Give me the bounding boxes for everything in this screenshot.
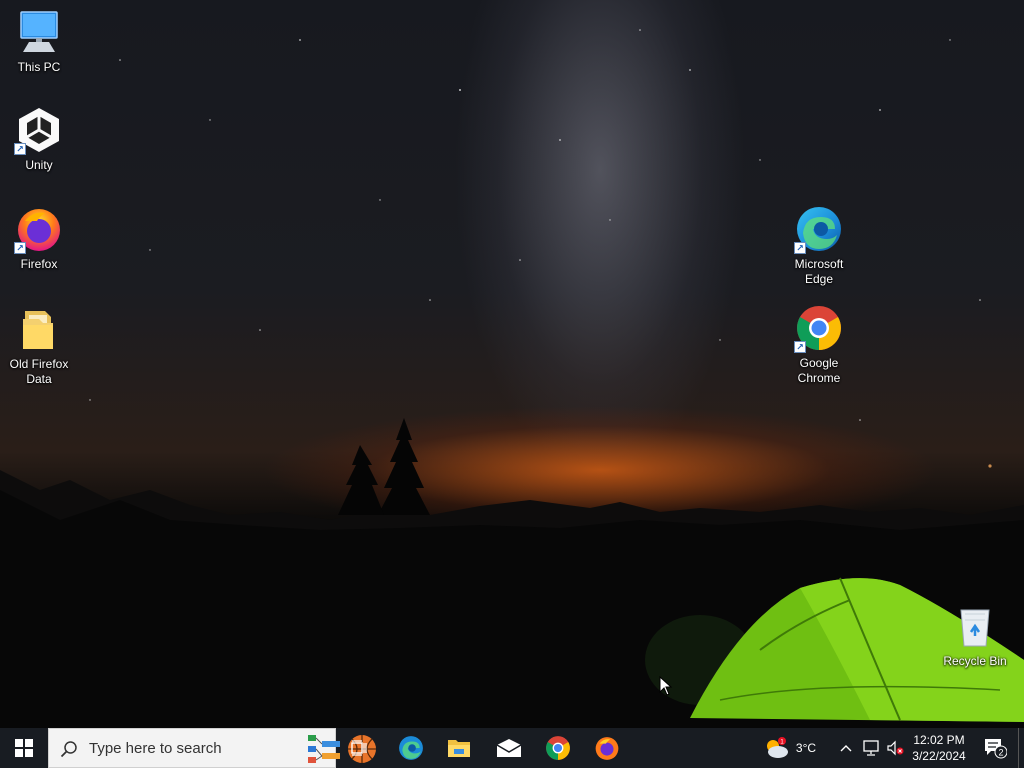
shortcut-arrow-icon: ↗ (794, 341, 806, 353)
taskbar-clock[interactable]: 12:02 PM 3/22/2024 (906, 732, 972, 764)
notification-icon: 2 (985, 739, 1007, 759)
taskbar-firefox-button[interactable] (583, 728, 631, 768)
chrome-icon: ↗ (794, 304, 843, 353)
desktop-icon-label: Unity (25, 158, 53, 172)
clock-time: 12:02 PM (913, 733, 965, 747)
shortcut-arrow-icon: ↗ (14, 143, 26, 155)
desktop-icon-label: Recycle Bin (943, 654, 1007, 668)
taskbar-file-explorer-button[interactable] (435, 728, 483, 768)
desktop-icon-old-firefox-data[interactable]: Old Firefox Data (1, 305, 77, 387)
volume-muted-icon (887, 740, 904, 756)
taskbar-edge-button[interactable] (387, 728, 435, 768)
show-desktop-button[interactable] (1018, 728, 1024, 768)
task-view-icon (351, 740, 367, 756)
network-icon (863, 740, 879, 756)
chevron-up-icon (840, 745, 852, 752)
wallpaper-scene (0, 29, 1024, 728)
firefox-icon (595, 737, 619, 760)
mail-icon (496, 739, 522, 757)
desktop-icon-label: Microsoft Edge (794, 257, 844, 286)
volume-button[interactable] (884, 728, 906, 768)
this-pc-icon (15, 8, 63, 56)
network-button[interactable] (860, 728, 882, 768)
task-view-button[interactable] (340, 728, 380, 768)
shortcut-arrow-icon: ↗ (14, 242, 26, 254)
mouse-cursor-icon (659, 675, 673, 701)
recycle-bin-icon (951, 602, 999, 650)
show-hidden-icons-button[interactable] (836, 728, 856, 768)
action-center-button[interactable]: 2 (978, 728, 1012, 768)
weather-temperature: 3°C (795, 741, 817, 755)
taskbar-mail-button[interactable] (485, 728, 533, 768)
desktop-icon-firefox[interactable]: ↗ Firefox (1, 205, 77, 272)
start-button[interactable] (0, 728, 48, 768)
desktop-icon-label: This PC (17, 60, 61, 74)
taskbar-chrome-button[interactable] (534, 728, 582, 768)
edge-icon (399, 736, 423, 760)
unity-icon: ↗ (14, 106, 63, 155)
notification-count: 2 (998, 748, 1003, 758)
search-icon (60, 741, 77, 758)
desktop-wallpaper (0, 0, 1024, 728)
file-explorer-icon (448, 740, 470, 757)
desktop-icon-google-chrome[interactable]: ↗ Google Chrome (781, 304, 857, 386)
folder-icon (15, 305, 63, 353)
desktop-icon-unity[interactable]: ↗ Unity (1, 106, 77, 173)
edge-icon: ↗ (794, 205, 843, 254)
desktop-icon-recycle-bin[interactable]: Recycle Bin (937, 602, 1013, 669)
shortcut-arrow-icon: ↗ (794, 242, 806, 254)
weather-widget[interactable]: 1 3°C (758, 728, 822, 768)
taskbar: Type here to search 1 3°C 12:02 PM 3/22/… (0, 728, 1024, 768)
search-placeholder: Type here to search (89, 740, 222, 757)
firefox-icon: ↗ (14, 205, 63, 254)
weather-cloud-icon: 1 (766, 737, 788, 758)
chrome-icon (546, 736, 570, 760)
desktop-icon-label: Google Chrome (797, 356, 841, 385)
clock-date: 3/22/2024 (912, 749, 966, 763)
windows-logo-icon (15, 739, 33, 757)
taskbar-search-box[interactable]: Type here to search (48, 728, 376, 768)
desktop-icon-this-pc[interactable]: This PC (1, 8, 77, 75)
desktop-icon-label: Firefox (20, 257, 58, 271)
desktop-icon-microsoft-edge[interactable]: ↗ Microsoft Edge (781, 205, 857, 287)
desktop-icon-label: Old Firefox Data (9, 357, 69, 386)
